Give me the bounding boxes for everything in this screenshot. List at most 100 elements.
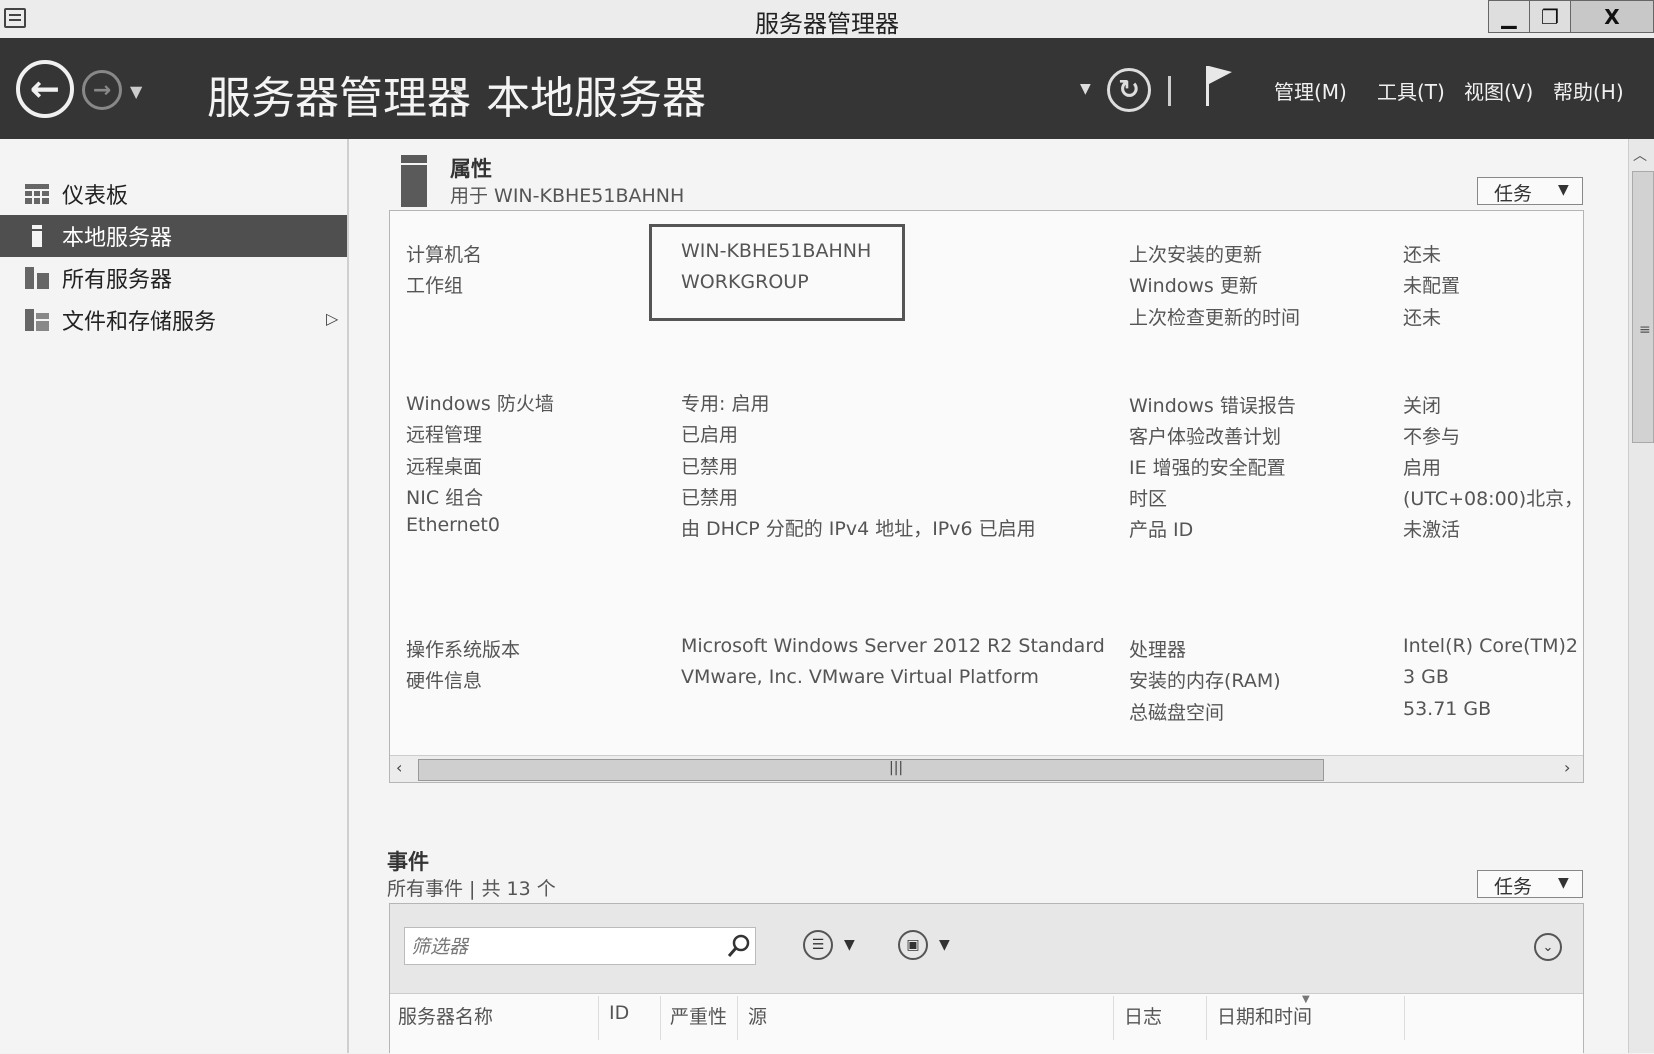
sidebar-item-label: 本地服务器	[62, 226, 173, 251]
app-header: ← → ▼ 服务器管理器 ▸ 本地服务器 ▼ ↻ 管理(M) 工具(T) 视图(…	[0, 38, 1654, 139]
column-divider	[737, 996, 738, 1040]
windows-update-link[interactable]: 未配置	[1403, 271, 1460, 298]
column-server-name[interactable]: 服务器名称	[398, 1002, 493, 1029]
nic-teaming-link[interactable]: 已禁用	[681, 483, 738, 510]
forward-arrow-icon[interactable]: →	[82, 70, 122, 110]
submenu-arrow-icon[interactable]: ▷	[326, 309, 338, 328]
firewall-link[interactable]: 专用: 启用	[681, 389, 769, 416]
sidebar-item-label: 所有服务器	[62, 268, 173, 293]
last-checked-updates-link[interactable]: 还未	[1403, 303, 1441, 330]
processor-value: Intel(R) Core(TM)2	[1403, 635, 1579, 657]
history-dropdown-icon[interactable]: ▼	[130, 82, 142, 101]
scroll-right-icon[interactable]: ›	[1564, 758, 1570, 777]
window-title: 服务器管理器	[755, 10, 899, 38]
error-reporting-link[interactable]: 关闭	[1403, 391, 1441, 418]
filter-field[interactable]	[404, 927, 756, 965]
chevron-down-icon: ▼	[1558, 182, 1569, 198]
prop-label: 操作系统版本	[406, 639, 521, 661]
column-severity[interactable]: 严重性	[670, 1002, 727, 1029]
grip-icon: ≡	[1639, 322, 1651, 338]
sidebar-item-label: 文件和存储服务	[62, 310, 217, 335]
prop-label: 产品 ID	[1129, 519, 1194, 541]
menu-help[interactable]: 帮助(H)	[1553, 76, 1624, 105]
minimize-button[interactable]: ▁	[1488, 0, 1530, 33]
prop-label: 客户体验改善计划	[1129, 426, 1282, 448]
chevron-down-icon[interactable]: ▼	[939, 937, 950, 953]
prop-label: 工作组	[406, 275, 464, 297]
remote-desktop-link[interactable]: 已禁用	[681, 452, 738, 479]
ethernet-link[interactable]: 由 DHCP 分配的 IPv4 地址，IPv6 已启用	[681, 514, 1036, 541]
save-query-icon[interactable]: ▣	[898, 930, 928, 960]
chevron-down-icon[interactable]: ▼	[844, 937, 855, 953]
column-source[interactable]: 源	[748, 1002, 767, 1029]
search-icon[interactable]	[727, 934, 751, 958]
grip-icon: |||	[889, 760, 904, 776]
column-id[interactable]: ID	[609, 1002, 629, 1024]
column-date-time[interactable]: 日期和时间	[1217, 1002, 1312, 1029]
dashboard-icon	[25, 184, 49, 204]
properties-horizontal-scrollbar[interactable]: ‹ ||| ›	[390, 755, 1583, 782]
refresh-icon[interactable]: ↻	[1107, 68, 1151, 112]
menu-manage[interactable]: 管理(M)	[1274, 76, 1347, 105]
prop-label: 上次安装的更新	[1129, 244, 1263, 266]
properties-title: 属性	[450, 157, 492, 181]
scroll-left-icon[interactable]: ‹	[396, 758, 402, 777]
maximize-button[interactable]: ❐	[1529, 0, 1571, 33]
prop-label: 计算机名	[406, 244, 483, 266]
main-vertical-scrollbar[interactable]: ︿ ≡	[1628, 139, 1654, 1053]
scroll-up-icon[interactable]: ︿	[1633, 145, 1647, 165]
column-divider	[1404, 996, 1405, 1040]
column-divider	[598, 996, 599, 1040]
sidebar-item-local-server[interactable]: 本地服务器	[0, 215, 347, 257]
events-title: 事件	[387, 850, 429, 874]
header-divider	[1168, 76, 1171, 106]
prop-label: IE 增强的安全配置	[1129, 457, 1286, 479]
scrollbar-thumb[interactable]: |||	[418, 759, 1324, 781]
prop-label: Windows 防火墙	[406, 393, 554, 415]
window-title-bar: 服务器管理器 ▁ ❐ X	[0, 0, 1654, 39]
prop-label: 处理器	[1129, 639, 1187, 661]
column-divider	[1206, 996, 1207, 1040]
sort-descending-icon: ▼	[1302, 994, 1310, 1005]
expand-icon[interactable]: ⌄	[1534, 933, 1562, 961]
close-button[interactable]: X	[1570, 0, 1654, 33]
sidebar-item-file-storage[interactable]: 文件和存储服务 ▷	[0, 299, 347, 341]
last-installed-updates-link[interactable]: 还未	[1403, 240, 1441, 267]
menu-view[interactable]: 视图(V)	[1464, 76, 1533, 105]
prop-label: Windows 更新	[1129, 275, 1258, 297]
prop-label: 总磁盘空间	[1129, 702, 1225, 724]
breadcrumb-dropdown-icon[interactable]: ▼	[1080, 81, 1091, 97]
prop-label: NIC 组合	[406, 487, 484, 509]
prop-label: Windows 错误报告	[1129, 395, 1296, 417]
time-zone-link[interactable]: (UTC+08:00)北京，重	[1403, 484, 1583, 511]
sidebar-item-dashboard[interactable]: 仪表板	[0, 173, 347, 215]
chevron-down-icon: ▼	[1558, 875, 1569, 891]
events-subtitle: 所有事件 | 共 13 个	[387, 878, 556, 900]
servers-icon	[25, 267, 49, 289]
notification-flag-icon[interactable]	[1204, 64, 1234, 108]
column-divider	[660, 996, 661, 1040]
prop-label: 硬件信息	[406, 670, 483, 692]
tasks-label: 任务	[1494, 183, 1533, 205]
ie-esc-link[interactable]: 启用	[1403, 453, 1441, 480]
sidebar-item-all-servers[interactable]: 所有服务器	[0, 257, 347, 299]
os-version-value: Microsoft Windows Server 2012 R2 Standar…	[681, 635, 1105, 657]
prop-label: 上次检查更新的时间	[1129, 307, 1301, 329]
filter-input[interactable]	[409, 932, 713, 962]
menu-tools[interactable]: 工具(T)	[1377, 76, 1445, 105]
sidebar: 仪表板 本地服务器 所有服务器 文件和存储服务 ▷	[0, 139, 349, 1053]
breadcrumb-root[interactable]: 服务器管理器	[207, 62, 471, 126]
prop-label: 远程管理	[406, 424, 483, 446]
list-view-icon[interactable]: ☰	[803, 930, 833, 960]
properties-tasks-button[interactable]: 任务 ▼	[1477, 177, 1583, 205]
ram-value: 3 GB	[1403, 666, 1449, 688]
ceip-link[interactable]: 不参与	[1403, 422, 1460, 449]
events-tasks-button[interactable]: 任务 ▼	[1477, 870, 1583, 898]
prop-label: 时区	[1129, 488, 1168, 510]
product-id-link[interactable]: 未激活	[1403, 515, 1460, 542]
back-arrow-icon[interactable]: ←	[16, 60, 74, 118]
properties-subtitle: 用于 WIN-KBHE51BAHNH	[450, 185, 685, 207]
remote-management-link[interactable]: 已启用	[681, 420, 738, 447]
column-log[interactable]: 日志	[1124, 1002, 1162, 1029]
scrollbar-thumb[interactable]: ≡	[1632, 171, 1654, 443]
